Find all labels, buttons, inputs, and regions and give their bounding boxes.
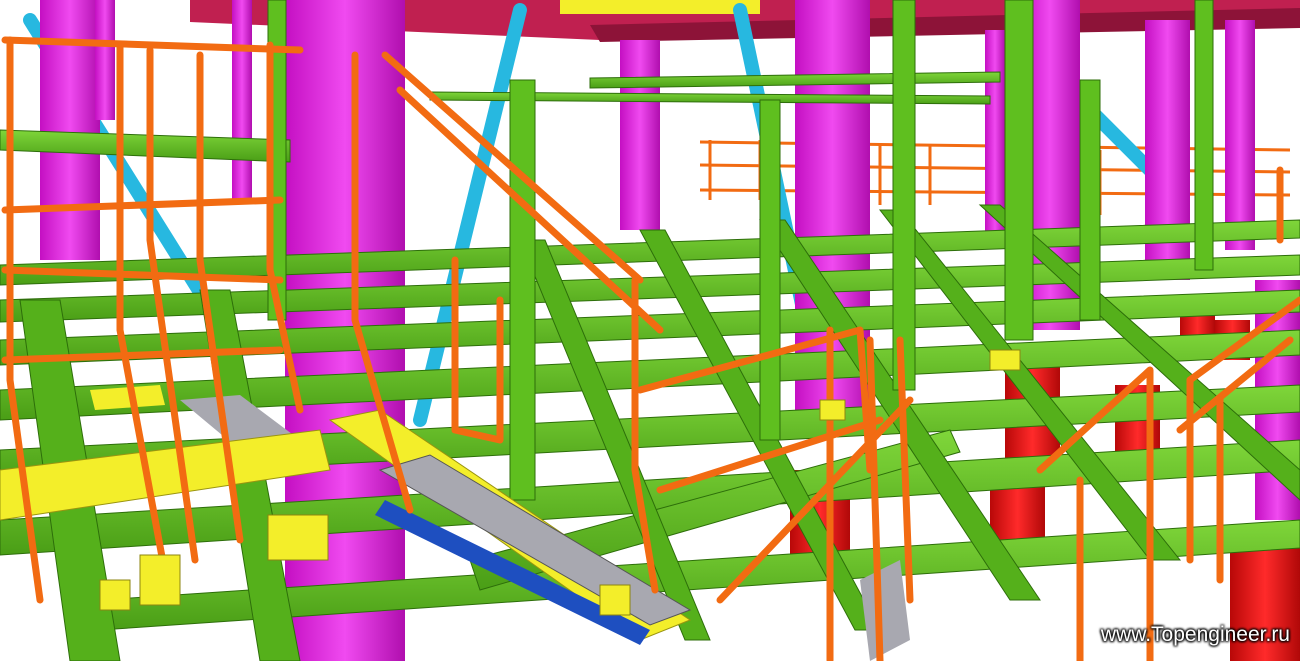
steel-structure-render	[0, 0, 1300, 661]
watermark-text: www.Topengineer.ru	[1100, 623, 1290, 646]
